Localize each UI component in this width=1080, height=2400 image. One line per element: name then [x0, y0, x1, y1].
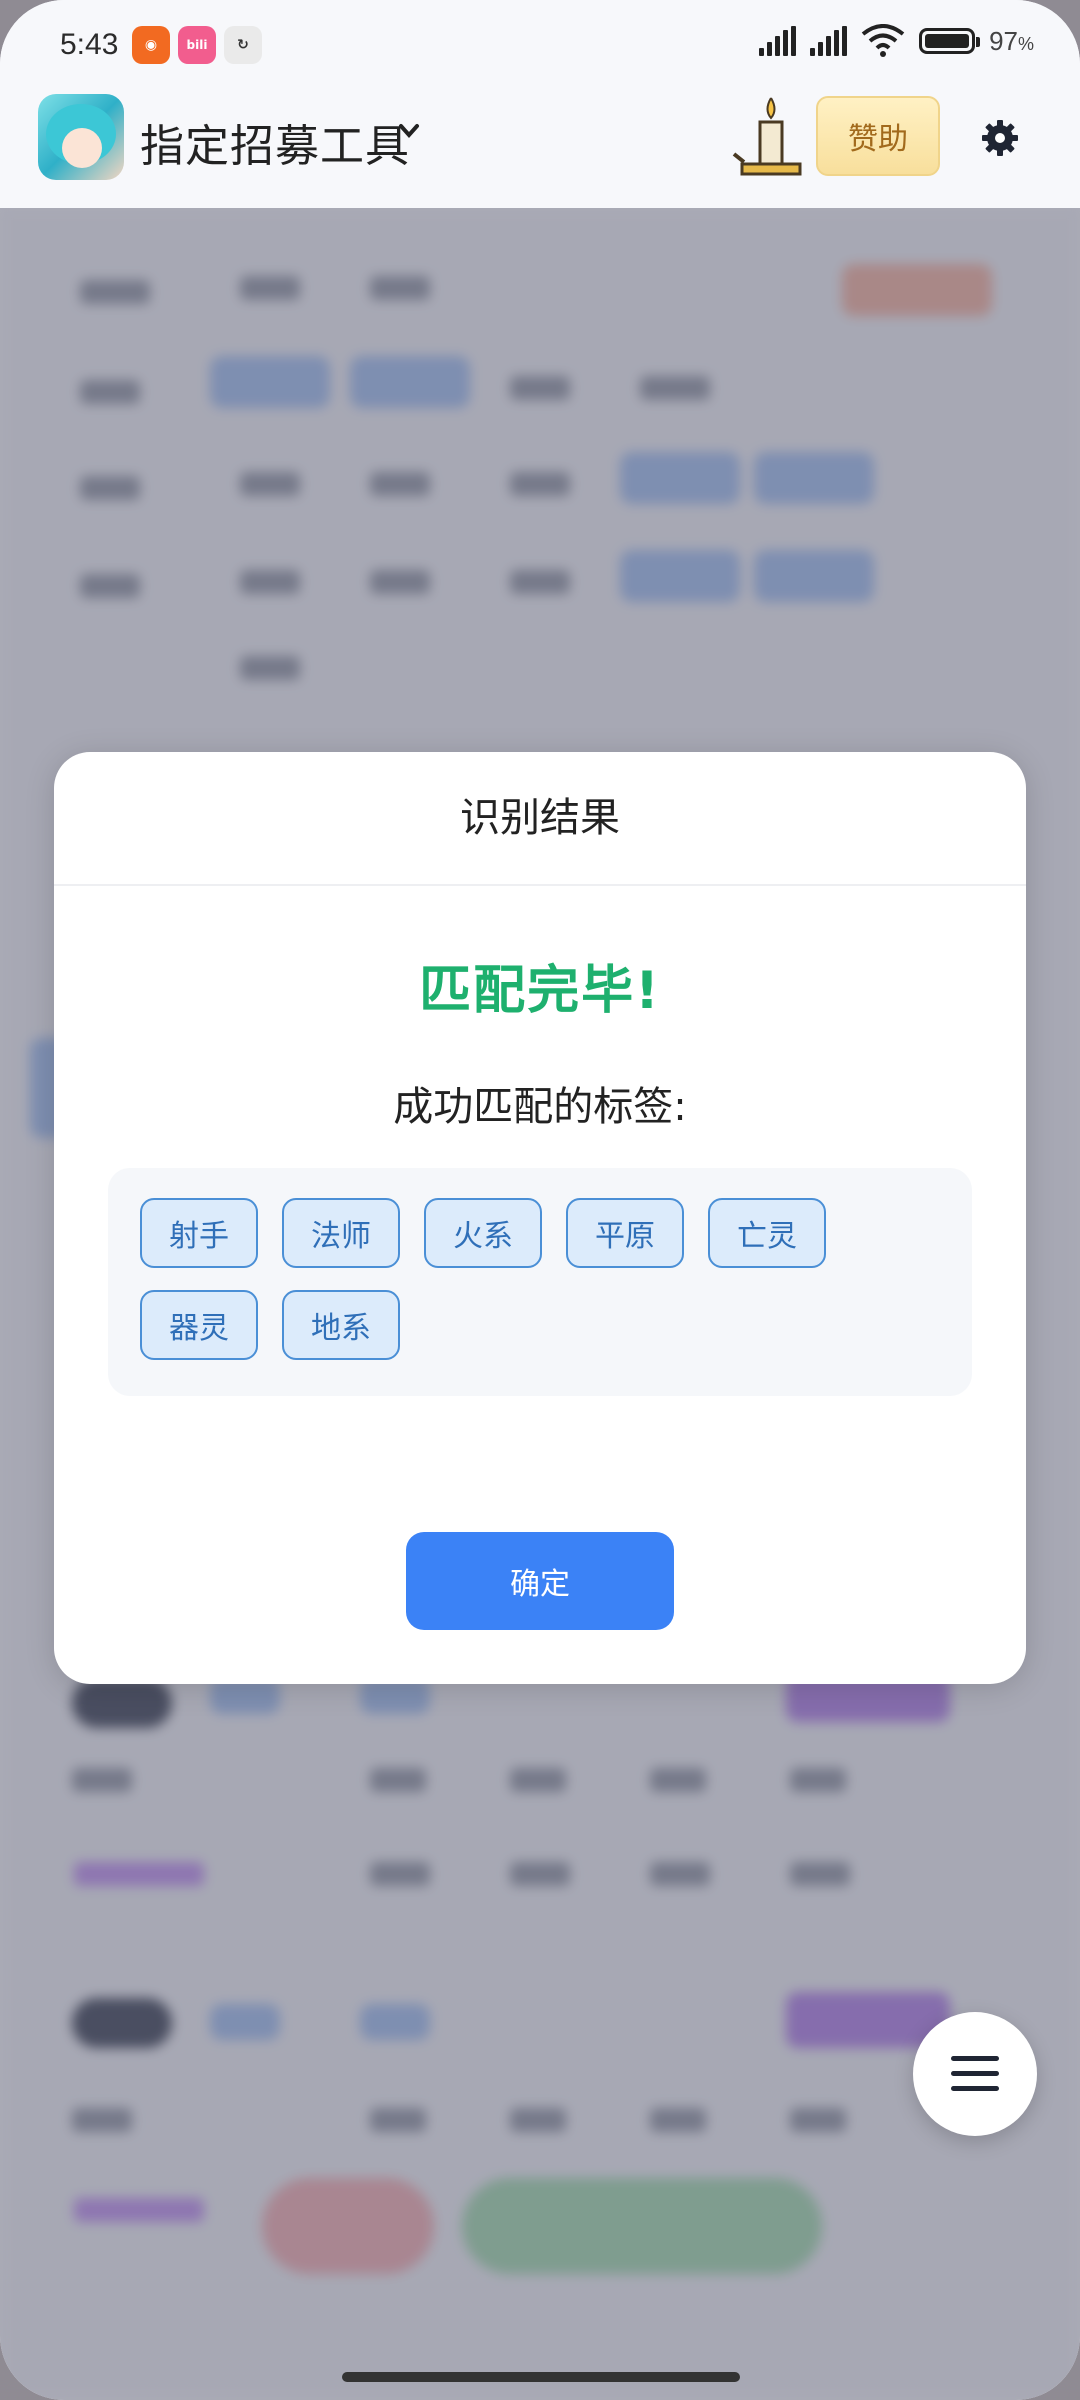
battery-icon: [919, 28, 981, 54]
dialog-title: 识别结果: [54, 752, 1026, 886]
result-dialog: 识别结果 匹配完毕! 成功匹配的标签: 射手 法师 火系 平原 亡灵器灵 地系 确定: [54, 752, 1026, 1684]
tag-chip: 法师: [282, 1198, 400, 1268]
tag-chip: 器灵: [140, 1290, 258, 1360]
bilibili-icon: bili: [178, 26, 216, 64]
tag-chip: 平原: [566, 1198, 684, 1268]
app-avatar-icon[interactable]: [38, 94, 124, 180]
tag-chip: 亡灵: [708, 1198, 826, 1268]
wifi-icon: [861, 24, 905, 57]
battery-percent: 97%: [989, 25, 1034, 56]
hd-signal-icon: [810, 26, 848, 56]
status-icons: 97%: [759, 24, 1034, 58]
confirm-button[interactable]: 确定: [406, 1532, 674, 1630]
home-indicator[interactable]: [342, 2372, 740, 2382]
match-status: 匹配完毕!: [419, 961, 661, 1021]
sponsor-button[interactable]: 赞助: [816, 96, 940, 176]
video-call-icon: ◉: [132, 26, 170, 64]
link-app-icon: ↻: [224, 26, 262, 64]
menu-icon: [951, 2056, 999, 2091]
page-title[interactable]: 指定招募工具: [140, 110, 410, 174]
status-bar: 5:43 ◉ bili ↻ 97%: [0, 0, 1080, 92]
matched-tags-label: 成功匹配的标签:: [393, 1084, 687, 1130]
candle-icon[interactable]: [730, 92, 810, 182]
gear-icon[interactable]: [980, 118, 1020, 158]
app-header: 指定招募工具 赞助: [0, 92, 1080, 208]
status-time: 5:43: [60, 28, 119, 61]
phone-screen: 5:43 ◉ bili ↻ 97% 指定招募工具 赞助 识别结果 匹配完毕! 成…: [0, 0, 1080, 2400]
tag-chip: 射手: [140, 1198, 258, 1268]
chevron-down-icon[interactable]: [398, 120, 420, 142]
menu-fab[interactable]: [913, 2012, 1037, 2136]
hd-signal-icon: [759, 26, 797, 56]
tag-chip: 火系: [424, 1198, 542, 1268]
tag-chip: 地系: [282, 1290, 400, 1360]
tag-list: 射手 法师 火系 平原 亡灵器灵 地系: [108, 1168, 972, 1396]
